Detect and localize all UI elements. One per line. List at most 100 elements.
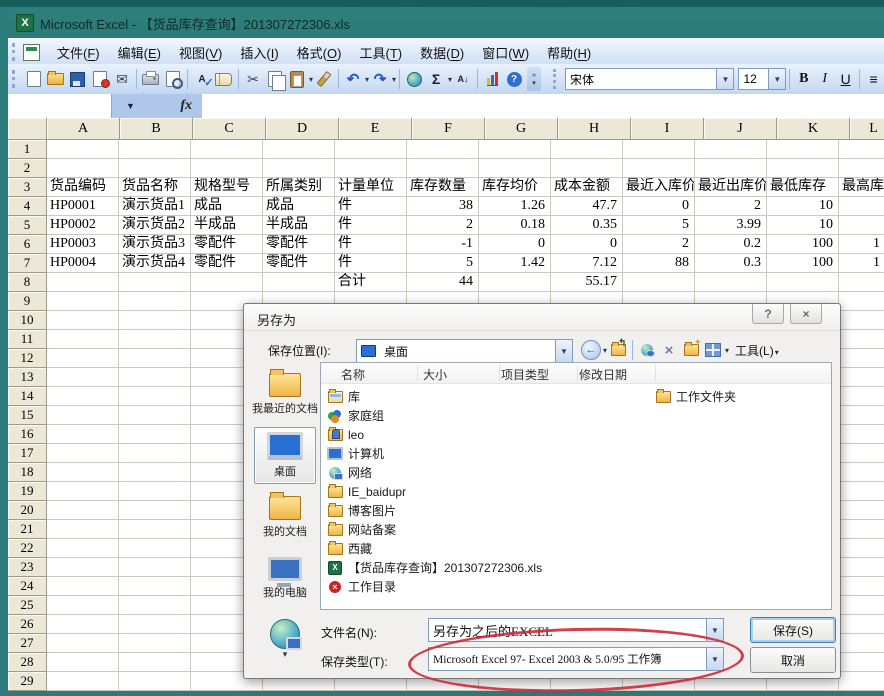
menu-item-I[interactable]: 插入(I): [231, 40, 287, 65]
cell-B20[interactable]: [119, 501, 191, 520]
row-header-2[interactable]: 2: [8, 159, 47, 178]
cell-B17[interactable]: [119, 444, 191, 463]
name-box-dropdown-icon[interactable]: ▼: [126, 101, 135, 111]
cell-C3[interactable]: 规格型号: [191, 178, 263, 197]
cell-F6[interactable]: -1: [407, 235, 479, 254]
row-header-25[interactable]: 25: [8, 596, 47, 615]
cell-A19[interactable]: [47, 482, 119, 501]
sidebar-item-my-documents[interactable]: 我的文档: [254, 488, 316, 545]
cell-D1[interactable]: [263, 140, 335, 159]
cell-L12[interactable]: [839, 349, 884, 368]
views-icon[interactable]: [702, 339, 724, 361]
cell-B2[interactable]: [119, 159, 191, 178]
cell-B7[interactable]: 演示货品4: [119, 254, 191, 273]
cell-L20[interactable]: [839, 501, 884, 520]
sort-ascending-icon[interactable]: A↓: [452, 68, 474, 90]
cell-L14[interactable]: [839, 387, 884, 406]
row-header-26[interactable]: 26: [8, 615, 47, 634]
tools-menu[interactable]: 工具(L)▾: [735, 342, 779, 359]
cell-B8[interactable]: [119, 273, 191, 292]
cell-B25[interactable]: [119, 596, 191, 615]
cell-B6[interactable]: 演示货品3: [119, 235, 191, 254]
row-header-10[interactable]: 10: [8, 311, 47, 330]
chevron-down-icon[interactable]: ▼: [555, 340, 572, 362]
cell-A18[interactable]: [47, 463, 119, 482]
cell-B9[interactable]: [119, 292, 191, 311]
print-icon[interactable]: [140, 68, 162, 90]
cell-C5[interactable]: 半成品: [191, 216, 263, 235]
cell-L16[interactable]: [839, 425, 884, 444]
cell-D5[interactable]: 半成品: [263, 216, 335, 235]
research-icon[interactable]: [213, 68, 235, 90]
cell-G3[interactable]: 库存均价: [479, 178, 551, 197]
cell-A25[interactable]: [47, 596, 119, 615]
chevron-down-icon[interactable]: ▼: [768, 69, 785, 89]
font-name-combobox[interactable]: 宋体 ▼: [565, 68, 734, 90]
cell-H7[interactable]: 7.12: [551, 254, 623, 273]
toolbar-grip[interactable]: [12, 43, 20, 61]
cell-I1[interactable]: [623, 140, 695, 159]
cell-L17[interactable]: [839, 444, 884, 463]
cell-B21[interactable]: [119, 520, 191, 539]
cell-D4[interactable]: 成品: [263, 197, 335, 216]
cell-L23[interactable]: [839, 558, 884, 577]
row-header-16[interactable]: 16: [8, 425, 47, 444]
column-header-J[interactable]: J: [704, 118, 777, 140]
cell-I7[interactable]: 88: [623, 254, 695, 273]
underline-button[interactable]: U: [835, 69, 856, 90]
cell-A6[interactable]: HP0003: [47, 235, 119, 254]
redo-dropdown-icon[interactable]: ▾: [392, 75, 396, 84]
column-header-D[interactable]: D: [266, 118, 339, 140]
cell-F2[interactable]: [407, 159, 479, 178]
cancel-button[interactable]: 取消: [750, 647, 836, 673]
cell-A17[interactable]: [47, 444, 119, 463]
cell-B19[interactable]: [119, 482, 191, 501]
row-header-21[interactable]: 21: [8, 520, 47, 539]
cell-I2[interactable]: [623, 159, 695, 178]
cell-A4[interactable]: HP0001: [47, 197, 119, 216]
cell-B26[interactable]: [119, 615, 191, 634]
cell-A11[interactable]: [47, 330, 119, 349]
cell-B28[interactable]: [119, 653, 191, 672]
file-name-combobox[interactable]: 另存为之后的EXCEL ▼: [428, 618, 724, 642]
select-all-corner[interactable]: [8, 118, 47, 140]
row-header-23[interactable]: 23: [8, 558, 47, 577]
cell-J7[interactable]: 0.3: [695, 254, 767, 273]
cell-A28[interactable]: [47, 653, 119, 672]
cell-L18[interactable]: [839, 463, 884, 482]
cell-B24[interactable]: [119, 577, 191, 596]
column-header-C[interactable]: C: [193, 118, 266, 140]
cell-F7[interactable]: 5: [407, 254, 479, 273]
cell-C1[interactable]: [191, 140, 263, 159]
cell-L4[interactable]: [839, 197, 884, 216]
cell-H8[interactable]: 55.17: [551, 273, 623, 292]
cell-A8[interactable]: [47, 273, 119, 292]
cell-L19[interactable]: [839, 482, 884, 501]
cell-K1[interactable]: [767, 140, 839, 159]
format-painter-icon[interactable]: [313, 68, 335, 90]
file-item[interactable]: ×工作目录: [323, 577, 542, 596]
cell-A9[interactable]: [47, 292, 119, 311]
cell-E3[interactable]: 计量单位: [335, 178, 407, 197]
cell-B22[interactable]: [119, 539, 191, 558]
cell-E7[interactable]: 件: [335, 254, 407, 273]
save-button[interactable]: 保存(S): [750, 617, 836, 643]
cell-D6[interactable]: 零配件: [263, 235, 335, 254]
autosum-icon[interactable]: Σ: [425, 68, 447, 90]
cell-G8[interactable]: [479, 273, 551, 292]
cell-A21[interactable]: [47, 520, 119, 539]
list-header-3[interactable]: 修改日期: [579, 366, 627, 383]
row-header-17[interactable]: 17: [8, 444, 47, 463]
cell-B15[interactable]: [119, 406, 191, 425]
file-item[interactable]: 网站备案: [323, 520, 542, 539]
cell-J4[interactable]: 2: [695, 197, 767, 216]
file-item[interactable]: IE_baidupr: [323, 482, 542, 501]
new-folder-icon[interactable]: [680, 339, 702, 361]
column-header-B[interactable]: B: [120, 118, 193, 140]
row-header-5[interactable]: 5: [8, 216, 47, 235]
cell-C7[interactable]: 零配件: [191, 254, 263, 273]
delete-icon[interactable]: ×: [658, 339, 680, 361]
cell-B13[interactable]: [119, 368, 191, 387]
help-icon[interactable]: ?: [503, 68, 525, 90]
cell-G7[interactable]: 1.42: [479, 254, 551, 273]
